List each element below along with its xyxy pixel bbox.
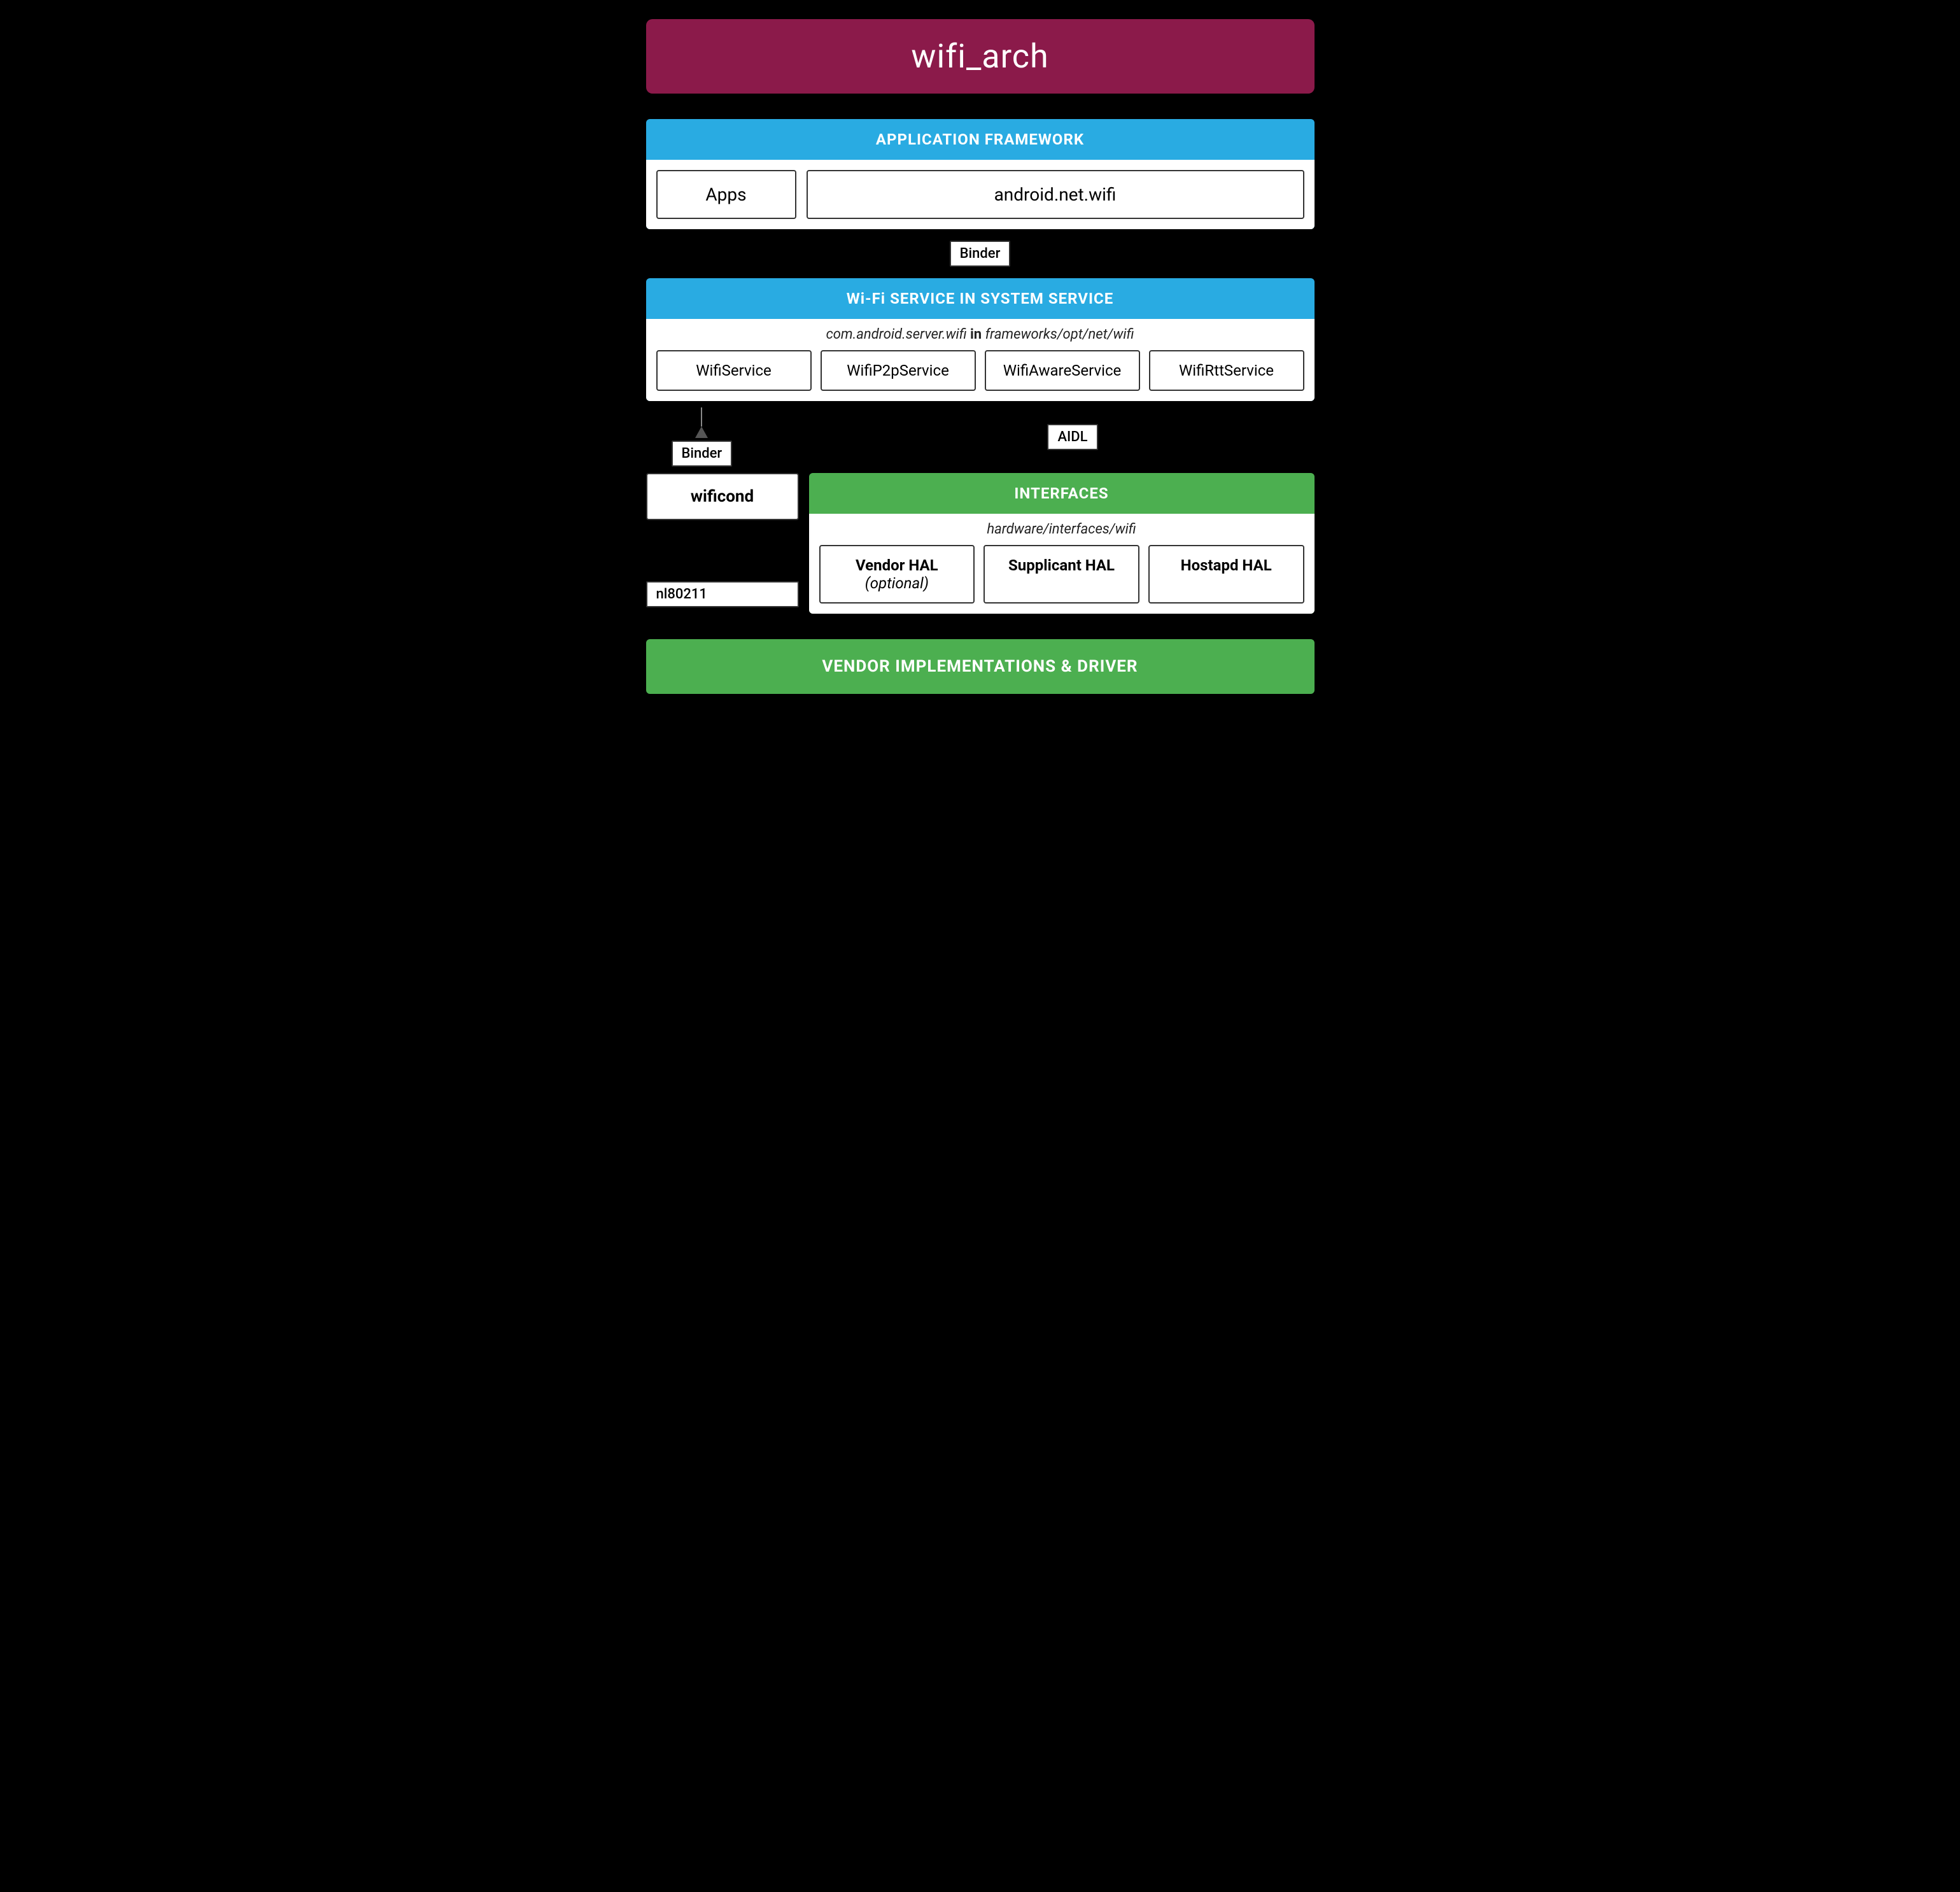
binder1-label: Binder <box>950 241 1011 267</box>
arrow-up-icon <box>695 427 708 438</box>
nl80211-label: nl80211 <box>646 581 799 607</box>
arrow-line-up <box>701 407 702 427</box>
wifi-rtt-service-box: WifiRttService <box>1149 350 1304 391</box>
hw-path: hardware/interfaces/wifi <box>819 521 1304 537</box>
apps-box: Apps <box>656 170 796 219</box>
aidl-label: AIDL <box>1047 424 1097 450</box>
wifi-service-label: Wi-Fi SERVICE IN SYSTEM SERVICE <box>847 290 1113 307</box>
services-row: WifiService WifiP2pService WifiAwareServ… <box>656 350 1304 391</box>
wifi-service-section: Wi-Fi SERVICE IN SYSTEM SERVICE com.andr… <box>646 278 1315 401</box>
interfaces-header: INTERFACES <box>809 473 1315 514</box>
interfaces-section: INTERFACES hardware/interfaces/wifi Vend… <box>809 473 1315 614</box>
wifi-service-body: com.android.server.wifi in frameworks/op… <box>646 319 1315 401</box>
wificond-box: wificond <box>646 473 799 520</box>
wifi-service-box: WifiService <box>656 350 812 391</box>
binder2-label: Binder <box>672 441 733 467</box>
binder2-container: Binder <box>659 407 733 467</box>
supplicant-hal-box: Supplicant HAL <box>984 545 1139 604</box>
nl80211-container: nl80211 <box>646 520 799 614</box>
app-framework-header: APPLICATION FRAMEWORK <box>646 119 1315 160</box>
path-suffix: frameworks/opt/net/wifi <box>985 327 1134 342</box>
middle-row: wificond nl80211 INTERFACES hardware/int… <box>646 473 1315 614</box>
app-framework-label: APPLICATION FRAMEWORK <box>876 131 1084 148</box>
connector-row: Binder AIDL <box>646 401 1315 473</box>
android-net-wifi-box: android.net.wifi <box>807 170 1304 219</box>
wifi-p2p-service-box: WifiP2pService <box>821 350 976 391</box>
binder1-row: Binder <box>646 229 1315 278</box>
hostapd-hal-box: Hostapd HAL <box>1148 545 1304 604</box>
aidl-container: AIDL <box>1047 424 1301 450</box>
app-framework-body: Apps android.net.wifi <box>646 160 1315 229</box>
path-in: in <box>970 327 985 342</box>
optional-label: (optional) <box>865 574 929 592</box>
wifi-service-header: Wi-Fi SERVICE IN SYSTEM SERVICE <box>646 278 1315 319</box>
page-title: wifi_arch <box>672 37 1289 76</box>
wifi-aware-service-box: WifiAwareService <box>985 350 1140 391</box>
wificond-col: wificond nl80211 <box>646 473 799 614</box>
vendor-label: VENDOR IMPLEMENTATIONS & DRIVER <box>822 657 1138 676</box>
interfaces-body: hardware/interfaces/wifi Vendor HAL (opt… <box>809 514 1315 614</box>
app-framework-section: APPLICATION FRAMEWORK Apps android.net.w… <box>646 119 1315 229</box>
page-container: wifi_arch APPLICATION FRAMEWORK Apps and… <box>646 19 1315 694</box>
interfaces-label: INTERFACES <box>1014 484 1108 502</box>
vendor-hal-box: Vendor HAL (optional) <box>819 545 975 604</box>
path-prefix: com.android.server.wifi <box>826 327 967 342</box>
hal-row: Vendor HAL (optional) Supplicant HAL Hos… <box>819 545 1304 604</box>
title-bar: wifi_arch <box>646 19 1315 94</box>
vendor-section: VENDOR IMPLEMENTATIONS & DRIVER <box>646 639 1315 694</box>
wifi-service-path: com.android.server.wifi in frameworks/op… <box>656 327 1304 342</box>
vendor-hal-label: Vendor HAL (optional) <box>856 556 938 592</box>
